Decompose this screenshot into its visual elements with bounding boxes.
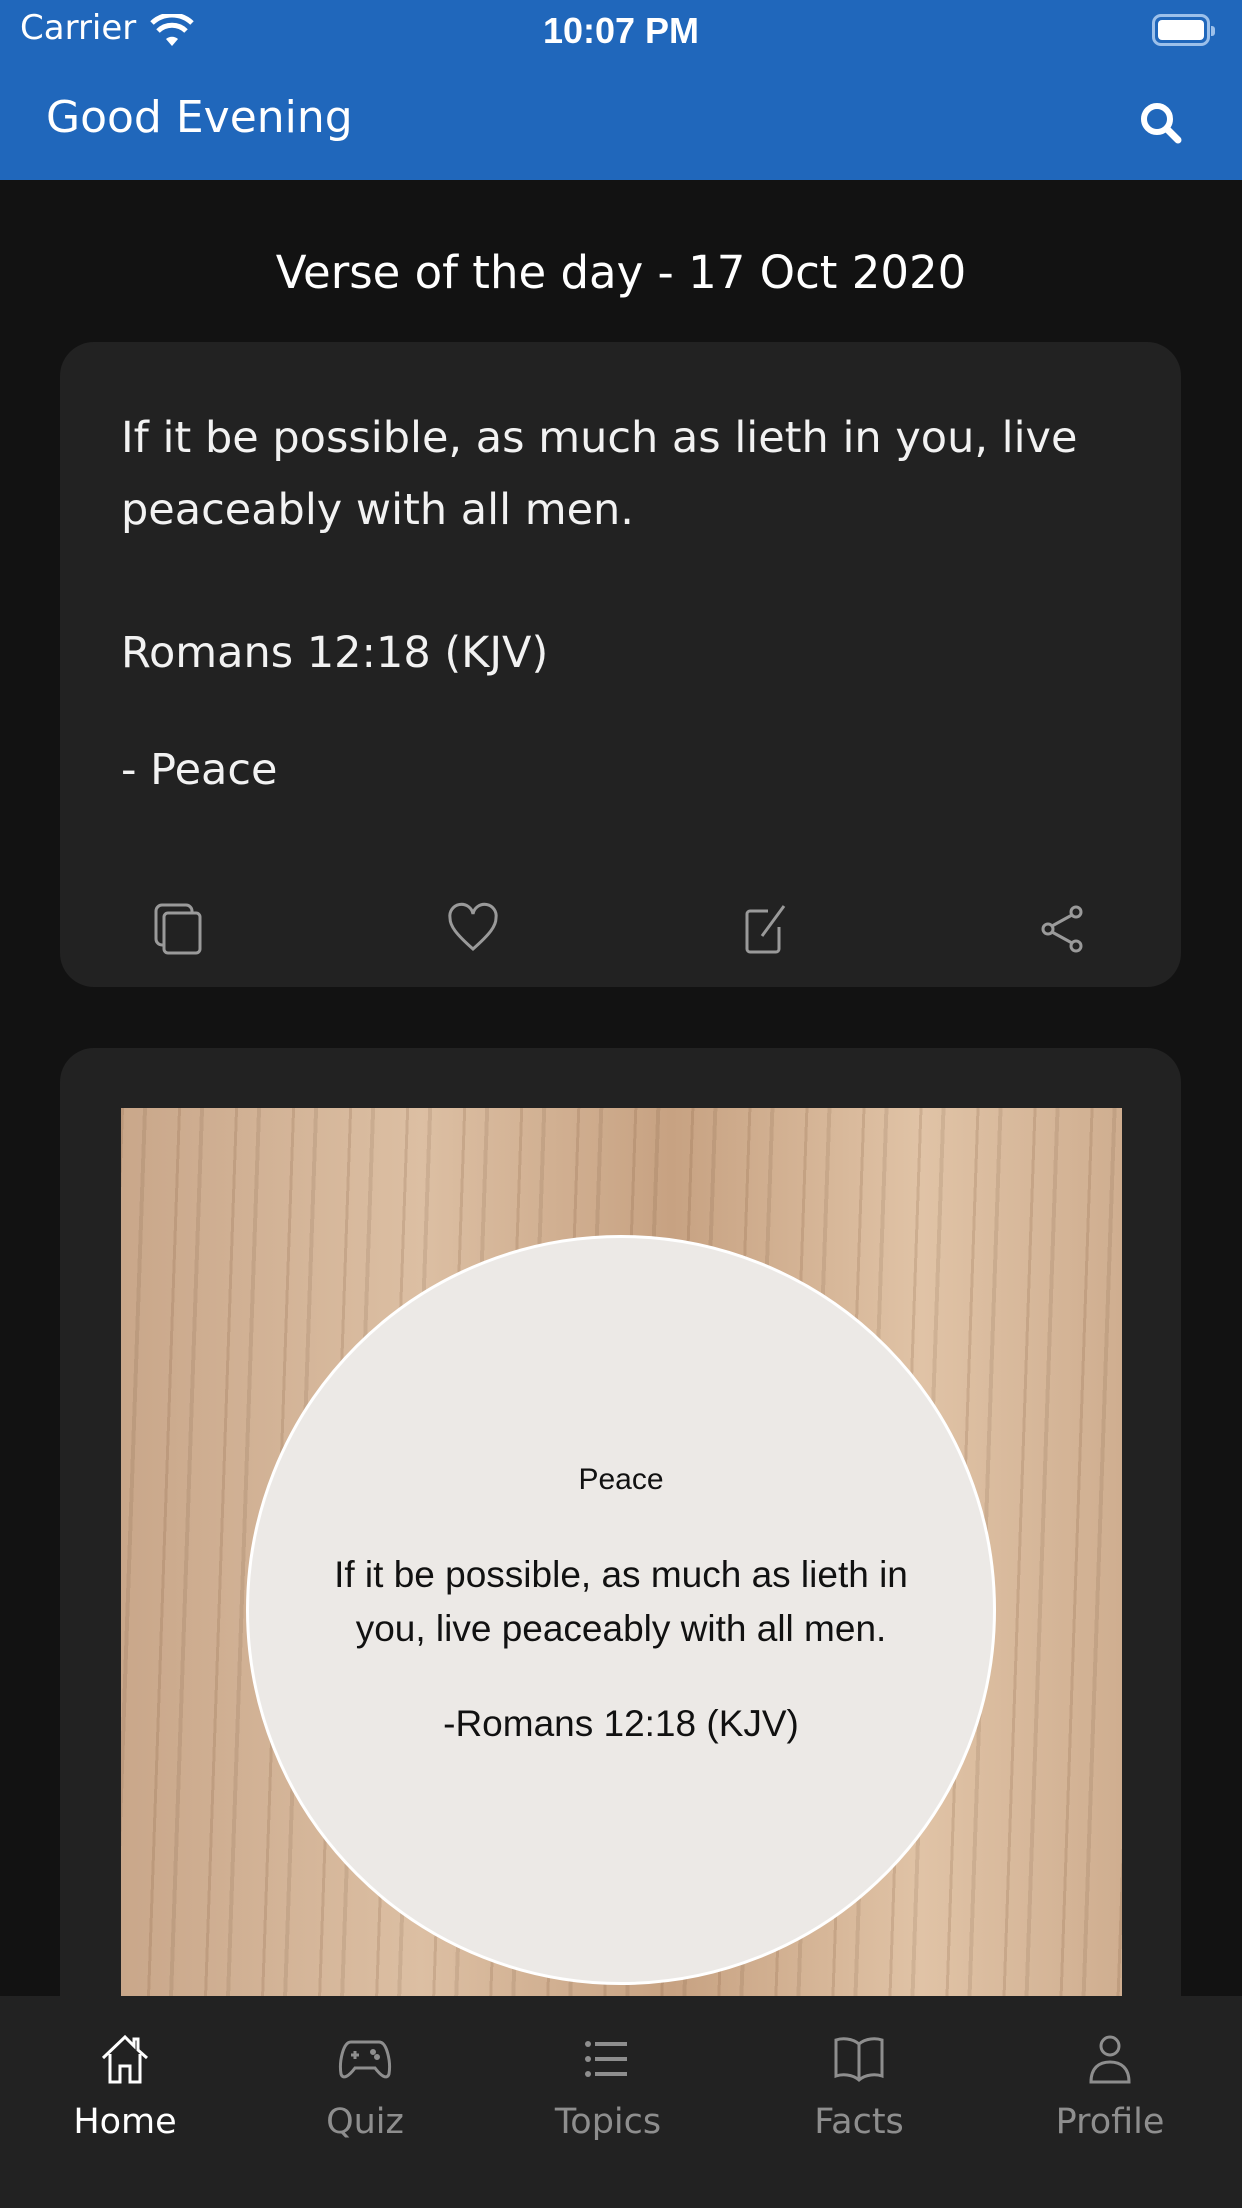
tab-facts[interactable]: Facts [759, 2032, 959, 2142]
tab-profile[interactable]: Profile [1010, 2032, 1210, 2142]
verse-image[interactable]: Peace If it be possible, as much as liet… [121, 1108, 1122, 1998]
verse-text: If it be possible, as much as lieth in y… [121, 413, 1078, 535]
edit-icon[interactable] [740, 902, 794, 960]
app-header: Carrier 10:07 PM Good Evening [0, 0, 1242, 180]
tab-topics[interactable]: Topics [508, 2032, 708, 2142]
tab-label: Profile [1055, 2102, 1165, 2142]
tab-home[interactable]: Home [25, 2032, 225, 2142]
verse-card: If it be possible, as much as lieth in y… [60, 342, 1181, 987]
verse-reference: Romans 12:18 (KJV) [121, 628, 549, 678]
tab-bar: Home Quiz Topics Facts Profile [0, 1996, 1242, 2208]
status-time: 10:07 PM [542, 10, 700, 51]
page-title: Good Evening [46, 92, 353, 143]
heart-icon[interactable] [446, 902, 500, 960]
verse-topic: - Peace [121, 745, 278, 795]
home-icon [101, 2034, 148, 2084]
search-icon[interactable] [1138, 100, 1184, 150]
book-icon [834, 2037, 884, 2082]
image-reference: -Romans 12:18 (KJV) [443, 1703, 799, 1744]
battery-icon [1152, 14, 1215, 46]
tab-label: Quiz [326, 2102, 404, 2142]
verse-image-circle: Peace If it be possible, as much as liet… [246, 1235, 996, 1985]
gamepad-icon [339, 2040, 391, 2079]
image-quote: If it be possible, as much as lieth in y… [334, 1554, 908, 1649]
list-icon [585, 2041, 627, 2077]
share-icon[interactable] [1036, 902, 1090, 960]
tab-label: Topics [554, 2102, 662, 2142]
verse-of-day-heading: Verse of the day - 17 Oct 2020 [275, 246, 967, 299]
tab-label: Home [73, 2102, 177, 2142]
copy-icon[interactable] [152, 902, 206, 960]
tab-label: Facts [814, 2102, 904, 2142]
person-icon [1089, 2035, 1131, 2084]
verse-image-card: Peace If it be possible, as much as liet… [60, 1048, 1181, 2048]
image-title: Peace [578, 1463, 664, 1496]
tab-quiz[interactable]: Quiz [265, 2032, 465, 2142]
